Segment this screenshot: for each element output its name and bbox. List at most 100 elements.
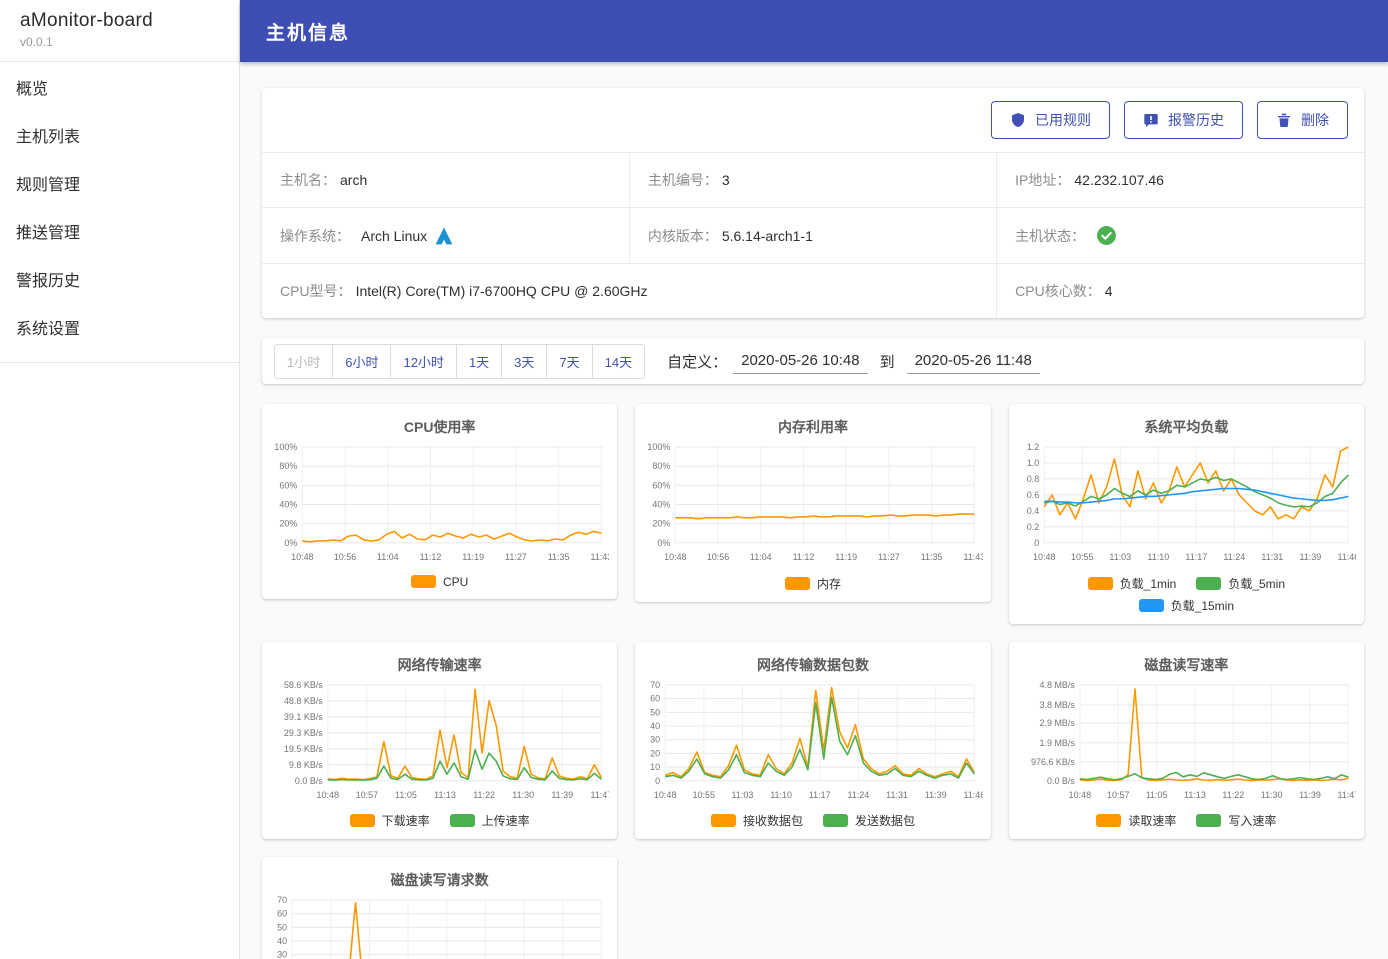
svg-text:11:05: 11:05 xyxy=(395,789,417,799)
app-logo[interactable]: aMonitor-board v0.0.1 xyxy=(0,0,239,62)
cpu-cores-label: CPU核心数： xyxy=(1015,283,1101,299)
svg-text:0.0 B/s: 0.0 B/s xyxy=(295,776,323,786)
arch-linux-icon xyxy=(434,226,454,246)
svg-text:11:35: 11:35 xyxy=(548,552,570,562)
cpu-cores-value: 4 xyxy=(1104,283,1113,299)
svg-text:3.8 MB/s: 3.8 MB/s xyxy=(1039,700,1075,710)
svg-text:11:46: 11:46 xyxy=(964,789,983,799)
svg-text:11:46: 11:46 xyxy=(1337,552,1356,562)
host-info-card: 已用规则 报警历史 删除 主机名： arch 主机编号： 3 IP地址： 42.… xyxy=(262,88,1364,318)
used-rules-button[interactable]: 已用规则 xyxy=(991,101,1110,139)
sidebar-item-overview[interactable]: 概览 xyxy=(0,66,239,114)
sidebar-menu: 概览 主机列表 规则管理 推送管理 警报历史 系统设置 xyxy=(0,62,239,363)
legend-item[interactable]: 负载_15min xyxy=(1138,597,1234,614)
start-datetime-input[interactable]: 2020-05-26 10:48 xyxy=(733,349,868,374)
svg-text:10:55: 10:55 xyxy=(693,789,715,799)
chart-plot[interactable]: 01020304050607010:4810:5511:0311:1011:17… xyxy=(643,677,983,811)
svg-text:11:17: 11:17 xyxy=(1185,552,1207,562)
svg-text:11:47: 11:47 xyxy=(1337,789,1356,799)
chart-plot[interactable]: 01020304050607010:4810:5511:0311:1011:17… xyxy=(270,892,609,959)
chart-card-network-rate: 网络传输速率 0.0 B/s 9.8 KB/s 19.5 KB/s 29.3 KB/s 3… xyxy=(262,641,618,840)
legend-swatch xyxy=(349,814,375,828)
range-button-5[interactable]: 7天 xyxy=(546,343,593,379)
legend-item[interactable]: 负载_1min xyxy=(1087,575,1176,592)
svg-text:11:31: 11:31 xyxy=(886,789,908,799)
svg-text:11:13: 11:13 xyxy=(1184,789,1206,799)
svg-text:11:27: 11:27 xyxy=(505,552,527,562)
svg-text:11:13: 11:13 xyxy=(434,789,456,799)
chart-card-memory-usage: 内存利用率 0% 20% 40% 60% 80% 100% 10:48 10:56 11:04 11… xyxy=(635,404,991,602)
series-line xyxy=(1079,771,1349,781)
range-button-4[interactable]: 3天 xyxy=(501,343,548,379)
alarm-history-button[interactable]: 报警历史 xyxy=(1124,101,1243,139)
legend-label: 内存 xyxy=(816,576,841,591)
sidebar-item-host-list[interactable]: 主机列表 xyxy=(0,114,239,162)
legend-item[interactable]: 上传速率 xyxy=(449,812,530,829)
svg-text:11:05: 11:05 xyxy=(1145,789,1167,799)
kernel-value: 5.6.14-arch1-1 xyxy=(721,227,813,244)
chart-card-disk-requests: 磁盘读写请求数01020304050607010:4810:5511:0311:… xyxy=(262,857,618,959)
svg-text:30: 30 xyxy=(651,734,661,744)
legend-swatch xyxy=(449,814,475,828)
svg-text:9.8 KB/s: 9.8 KB/s xyxy=(289,759,323,769)
end-datetime-input[interactable]: 2020-05-26 11:48 xyxy=(906,349,1040,374)
svg-text:10: 10 xyxy=(651,762,661,772)
chart-plot[interactable]: 0.0 B/s 9.8 KB/s 19.5 KB/s 29.3 KB/s 39.1 KB… xyxy=(270,677,609,811)
chart-title: 系统平均负载 xyxy=(1144,419,1229,435)
range-button-0[interactable]: 1小时 xyxy=(274,343,334,379)
legend-item[interactable]: 内存 xyxy=(784,575,841,592)
chart-plot[interactable]: 0% 20% 40% 60% 80% 100% 10:48 10:56 11:04 11:12 11… xyxy=(270,439,609,573)
legend-label: 负载_15min xyxy=(1170,598,1234,613)
svg-text:11:30: 11:30 xyxy=(512,789,534,799)
table-row: 主机名： arch 主机编号： 3 IP地址： 42.232.107.46 xyxy=(262,152,1364,208)
svg-text:10:57: 10:57 xyxy=(1107,789,1129,799)
svg-text:29.3 KB/s: 29.3 KB/s xyxy=(284,728,323,738)
svg-text:11:30: 11:30 xyxy=(1260,789,1282,799)
legend-item[interactable]: 下载速率 xyxy=(349,812,430,829)
sidebar-item-rule-management[interactable]: 规则管理 xyxy=(0,162,239,210)
sidebar-item-system-settings[interactable]: 系统设置 xyxy=(0,306,239,354)
svg-text:11:10: 11:10 xyxy=(1147,552,1169,562)
legend-item[interactable]: CPU xyxy=(410,575,468,589)
legend-item[interactable]: 发送数据包 xyxy=(822,812,915,829)
svg-text:10:56: 10:56 xyxy=(707,552,729,562)
sidebar-item-push-management[interactable]: 推送管理 xyxy=(0,210,239,258)
legend-item[interactable]: 接收数据包 xyxy=(710,812,803,829)
range-button-6[interactable]: 14天 xyxy=(591,343,646,379)
ip-label: IP地址： xyxy=(1015,172,1071,188)
svg-text:11:19: 11:19 xyxy=(462,552,484,562)
range-button-1[interactable]: 6小时 xyxy=(332,343,392,379)
chart-plot[interactable]: 0 0.2 0.4 0.6 0.8 1.0 1.2 10:48 10:55 11:03 11:10 1… xyxy=(1017,439,1356,573)
legend-swatch xyxy=(1087,576,1113,590)
series-line xyxy=(675,513,975,520)
svg-text:48.8 KB/s: 48.8 KB/s xyxy=(284,696,323,706)
svg-text:20: 20 xyxy=(651,748,661,758)
svg-text:11:43: 11:43 xyxy=(590,552,609,562)
chart-plot[interactable]: 0% 20% 40% 60% 80% 100% 10:48 10:56 11:04 11:12 11… xyxy=(643,439,983,573)
chart-plot[interactable]: 0.0 B/s 976.6 KB/s 1.9 MB/s 2.9 MB/s 3.8 MB/… xyxy=(1017,677,1356,811)
legend-label: 下载速率 xyxy=(381,814,430,829)
legend-swatch xyxy=(822,814,848,828)
alarm-history-label: 报警历史 xyxy=(1168,112,1224,128)
delete-button[interactable]: 删除 xyxy=(1257,101,1348,139)
legend-item[interactable]: 负载_5min xyxy=(1196,575,1285,592)
svg-text:2.9 MB/s: 2.9 MB/s xyxy=(1039,718,1075,728)
legend-item[interactable]: 写入速率 xyxy=(1196,812,1276,829)
svg-text:70: 70 xyxy=(277,895,287,905)
svg-text:80%: 80% xyxy=(653,461,671,471)
cpu-cores-cell: CPU核心数： 4 xyxy=(996,263,1364,318)
content: 已用规则 报警历史 删除 主机名： arch 主机编号： 3 IP地址： 42.… xyxy=(240,62,1388,959)
svg-text:4.8 MB/s: 4.8 MB/s xyxy=(1039,680,1075,690)
svg-text:11:31: 11:31 xyxy=(1261,552,1283,562)
range-button-2[interactable]: 12小时 xyxy=(390,343,457,379)
svg-text:39.1 KB/s: 39.1 KB/s xyxy=(284,712,323,722)
svg-text:11:22: 11:22 xyxy=(473,789,495,799)
sidebar-item-alert-history[interactable]: 警报历史 xyxy=(0,258,239,306)
svg-text:11:27: 11:27 xyxy=(878,552,900,562)
chart-legend: 下载速率 上传速率 xyxy=(315,812,565,829)
chart-card-load-average: 系统平均负载 0 0.2 0.4 0.6 0.8 1.0 1.2 10:48 10:55 11:03… xyxy=(1008,404,1364,624)
svg-text:70: 70 xyxy=(651,680,661,690)
delete-label: 删除 xyxy=(1301,112,1329,128)
range-button-3[interactable]: 1天 xyxy=(455,343,503,379)
legend-item[interactable]: 读取速率 xyxy=(1096,812,1176,829)
